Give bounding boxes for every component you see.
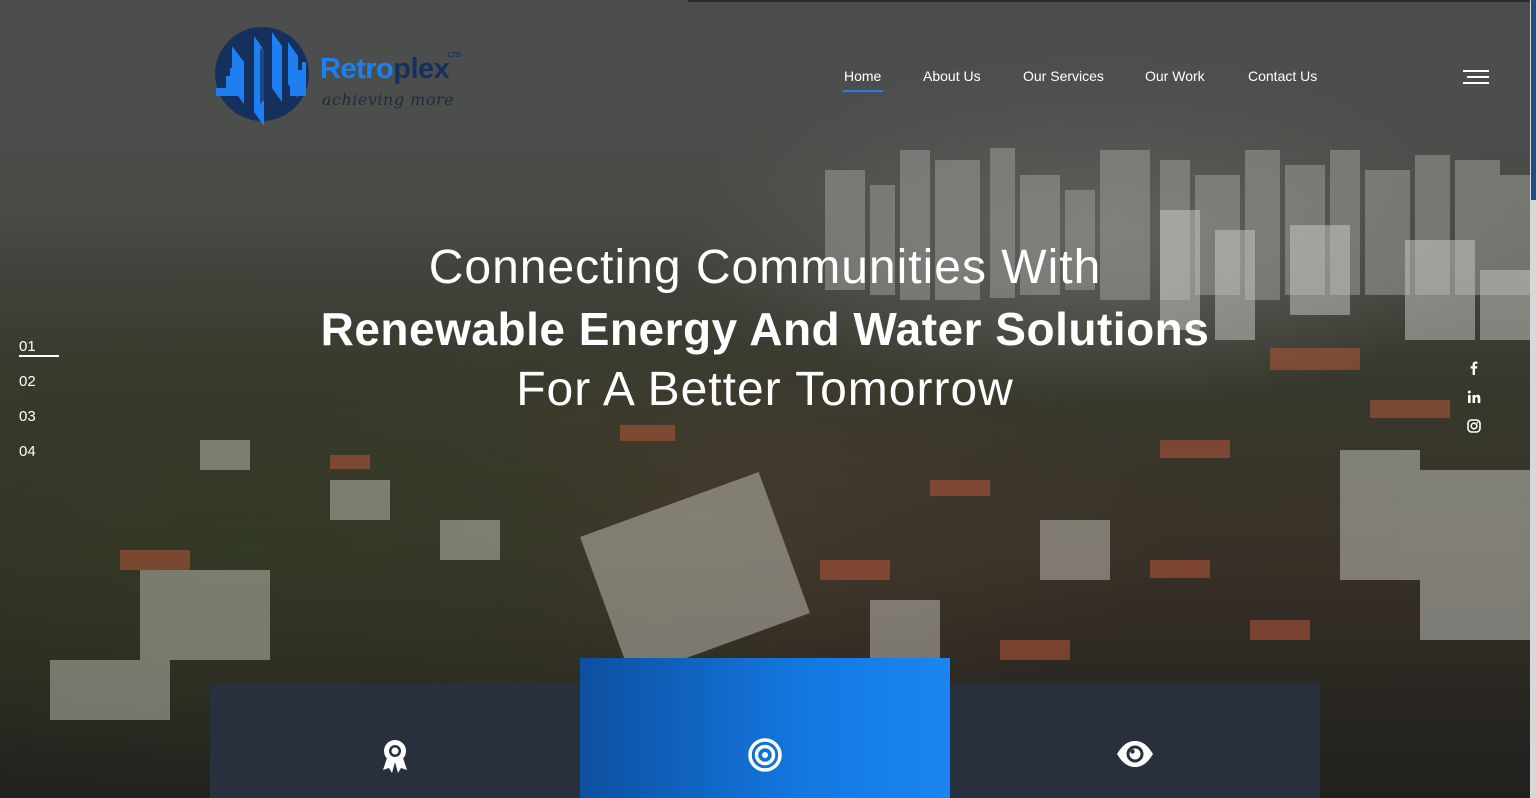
site-logo[interactable]: LTD Retroplex achieving more (212, 22, 472, 132)
hero-line-2: Renewable Energy And Water Solutions (320, 303, 1210, 355)
logo-tagline: achieving more (322, 90, 455, 109)
hero-line-1: Connecting Communities With (428, 241, 1102, 294)
slide-indicator-3[interactable]: 03 (19, 408, 36, 425)
scrollbar-thumb[interactable] (1531, 0, 1536, 200)
linkedin-icon[interactable] (1464, 387, 1484, 407)
logo-word-part1: Retro (320, 53, 394, 85)
feature-box-target[interactable] (580, 658, 950, 798)
hero-line-3: For A Better Tomorrow (516, 363, 1014, 416)
nav-about-us[interactable]: About Us (923, 68, 981, 84)
feature-box-vision[interactable] (950, 683, 1320, 798)
logo-suffix: LTD (448, 52, 462, 59)
top-border-line (688, 0, 1537, 2)
facebook-icon[interactable] (1464, 358, 1484, 378)
nav-contact-us[interactable]: Contact Us (1248, 68, 1317, 84)
nav-our-work[interactable]: Our Work (1145, 68, 1205, 84)
logo-wordmark: Retroplex (320, 53, 450, 86)
city-skyline-logo-icon (215, 27, 309, 126)
slide-indicator-2[interactable]: 02 (19, 373, 36, 390)
slide-indicator-1[interactable]: 01 (19, 338, 36, 355)
nav-home[interactable]: Home (844, 68, 881, 84)
hamburger-menu-icon[interactable] (1463, 70, 1489, 86)
logo-word-part2: plex (393, 53, 450, 85)
eye-icon (1117, 741, 1153, 767)
award-ribbon-icon (383, 740, 407, 773)
nav-active-indicator (843, 90, 883, 92)
top-progress-bar (0, 0, 688, 5)
instagram-icon[interactable] (1464, 416, 1484, 436)
nav-our-services[interactable]: Our Services (1023, 68, 1104, 84)
target-icon (748, 738, 782, 772)
slide-active-underline (19, 355, 59, 357)
slide-indicator-4[interactable]: 04 (19, 443, 36, 460)
page-scrollbar[interactable] (1530, 0, 1537, 798)
feature-box-award[interactable] (210, 683, 580, 798)
